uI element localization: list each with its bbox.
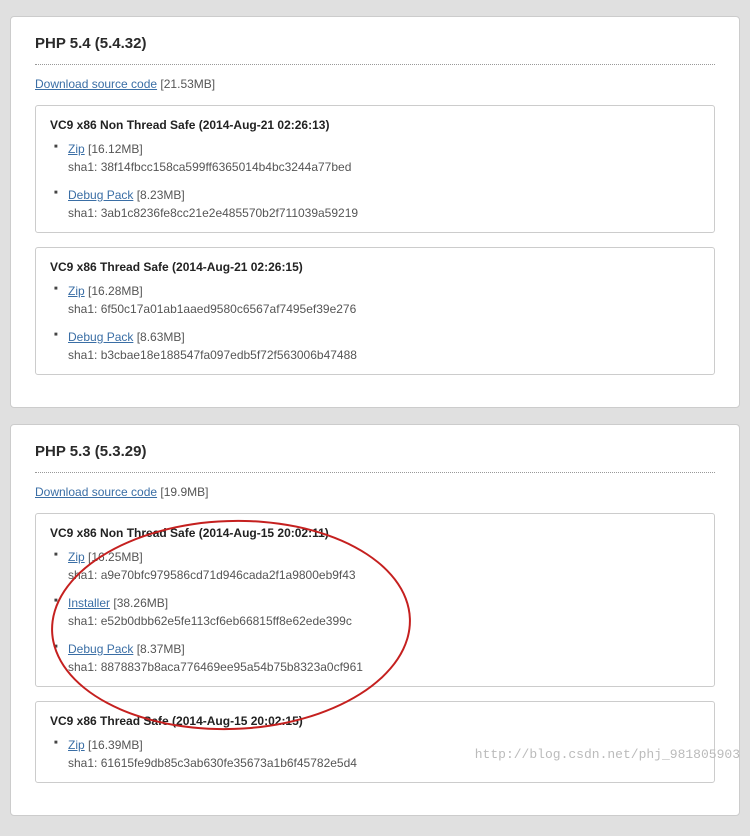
file-size-label: [38.26MB] <box>113 596 168 610</box>
sha1-hash: sha1: b3cbae18e188547fa097edb5f72f563006… <box>68 348 700 362</box>
sha1-hash: sha1: e52b0dbb62e5fe113cf6eb66815ff8e62e… <box>68 614 700 628</box>
build-box: VC9 x86 Non Thread Safe (2014-Aug-21 02:… <box>35 105 715 233</box>
sha1-hash: sha1: 3ab1c8236fe8cc21e2e485570b2f711039… <box>68 206 700 220</box>
list-item: Installer [38.26MB] <box>68 596 700 610</box>
download-list: Zip [16.28MB] sha1: 6f50c17a01ab1aaed9580… <box>50 284 700 362</box>
build-title: VC9 x86 Thread Safe (2014-Aug-15 20:02:1… <box>50 714 700 728</box>
php-version-section: PHP 5.3 (5.3.29) Download source code [19… <box>10 424 740 816</box>
file-size-label: [16.12MB] <box>88 142 143 156</box>
sha1-hash: sha1: 6f50c17a01ab1aaed9580c6567af7495ef… <box>68 302 700 316</box>
download-source-link[interactable]: Download source code <box>35 77 157 91</box>
build-box: VC9 x86 Thread Safe (2014-Aug-15 20:02:1… <box>35 701 715 783</box>
section-title: PHP 5.3 (5.3.29) <box>35 443 715 473</box>
download-link[interactable]: Installer <box>68 596 110 610</box>
build-title: VC9 x86 Non Thread Safe (2014-Aug-15 20:… <box>50 526 700 540</box>
build-title: VC9 x86 Thread Safe (2014-Aug-21 02:26:1… <box>50 260 700 274</box>
source-size-label: [21.53MB] <box>160 77 215 91</box>
sha1-hash: sha1: 8878837b8aca776469ee95a54b75b8323a… <box>68 660 700 674</box>
list-item: Debug Pack [8.23MB] <box>68 188 700 202</box>
download-link[interactable]: Zip <box>68 550 85 564</box>
sha1-hash: sha1: 38f14fbcc158ca599ff6365014b4bc3244… <box>68 160 700 174</box>
file-size-label: [8.63MB] <box>137 330 185 344</box>
page-container: PHP 5.4 (5.4.32) Download source code [21… <box>0 16 750 836</box>
download-link[interactable]: Debug Pack <box>68 642 133 656</box>
source-size-label: [19.9MB] <box>160 485 208 499</box>
list-item: Zip [16.28MB] <box>68 284 700 298</box>
php-version-section: PHP 5.4 (5.4.32) Download source code [21… <box>10 16 740 408</box>
section-title: PHP 5.4 (5.4.32) <box>35 35 715 65</box>
download-list: Zip [16.12MB] sha1: 38f14fbcc158ca599ff63… <box>50 142 700 220</box>
download-source-link[interactable]: Download source code <box>35 485 157 499</box>
download-list: Zip [16.25MB] sha1: a9e70bfc979586cd71d94… <box>50 550 700 674</box>
list-item: Debug Pack [8.37MB] <box>68 642 700 656</box>
file-size-label: [16.28MB] <box>88 284 143 298</box>
file-size-label: [8.23MB] <box>137 188 185 202</box>
file-size-label: [16.39MB] <box>88 738 143 752</box>
build-box: VC9 x86 Thread Safe (2014-Aug-21 02:26:1… <box>35 247 715 375</box>
list-item: Zip [16.25MB] <box>68 550 700 564</box>
download-link[interactable]: Zip <box>68 284 85 298</box>
source-code-line: Download source code [19.9MB] <box>35 485 715 513</box>
download-link[interactable]: Zip <box>68 142 85 156</box>
source-code-line: Download source code [21.53MB] <box>35 77 715 105</box>
build-box: VC9 x86 Non Thread Safe (2014-Aug-15 20:… <box>35 513 715 687</box>
download-link[interactable]: Debug Pack <box>68 188 133 202</box>
list-item: Debug Pack [8.63MB] <box>68 330 700 344</box>
list-item: Zip [16.39MB] <box>68 738 700 752</box>
download-list: Zip [16.39MB]sha1: 61615fe9db85c3ab630fe… <box>50 738 700 770</box>
download-link[interactable]: Debug Pack <box>68 330 133 344</box>
sha1-hash: sha1: a9e70bfc979586cd71d946cada2f1a9800… <box>68 568 700 582</box>
list-item: Zip [16.12MB] <box>68 142 700 156</box>
file-size-label: [16.25MB] <box>88 550 143 564</box>
file-size-label: [8.37MB] <box>137 642 185 656</box>
build-title: VC9 x86 Non Thread Safe (2014-Aug-21 02:… <box>50 118 700 132</box>
download-link[interactable]: Zip <box>68 738 85 752</box>
